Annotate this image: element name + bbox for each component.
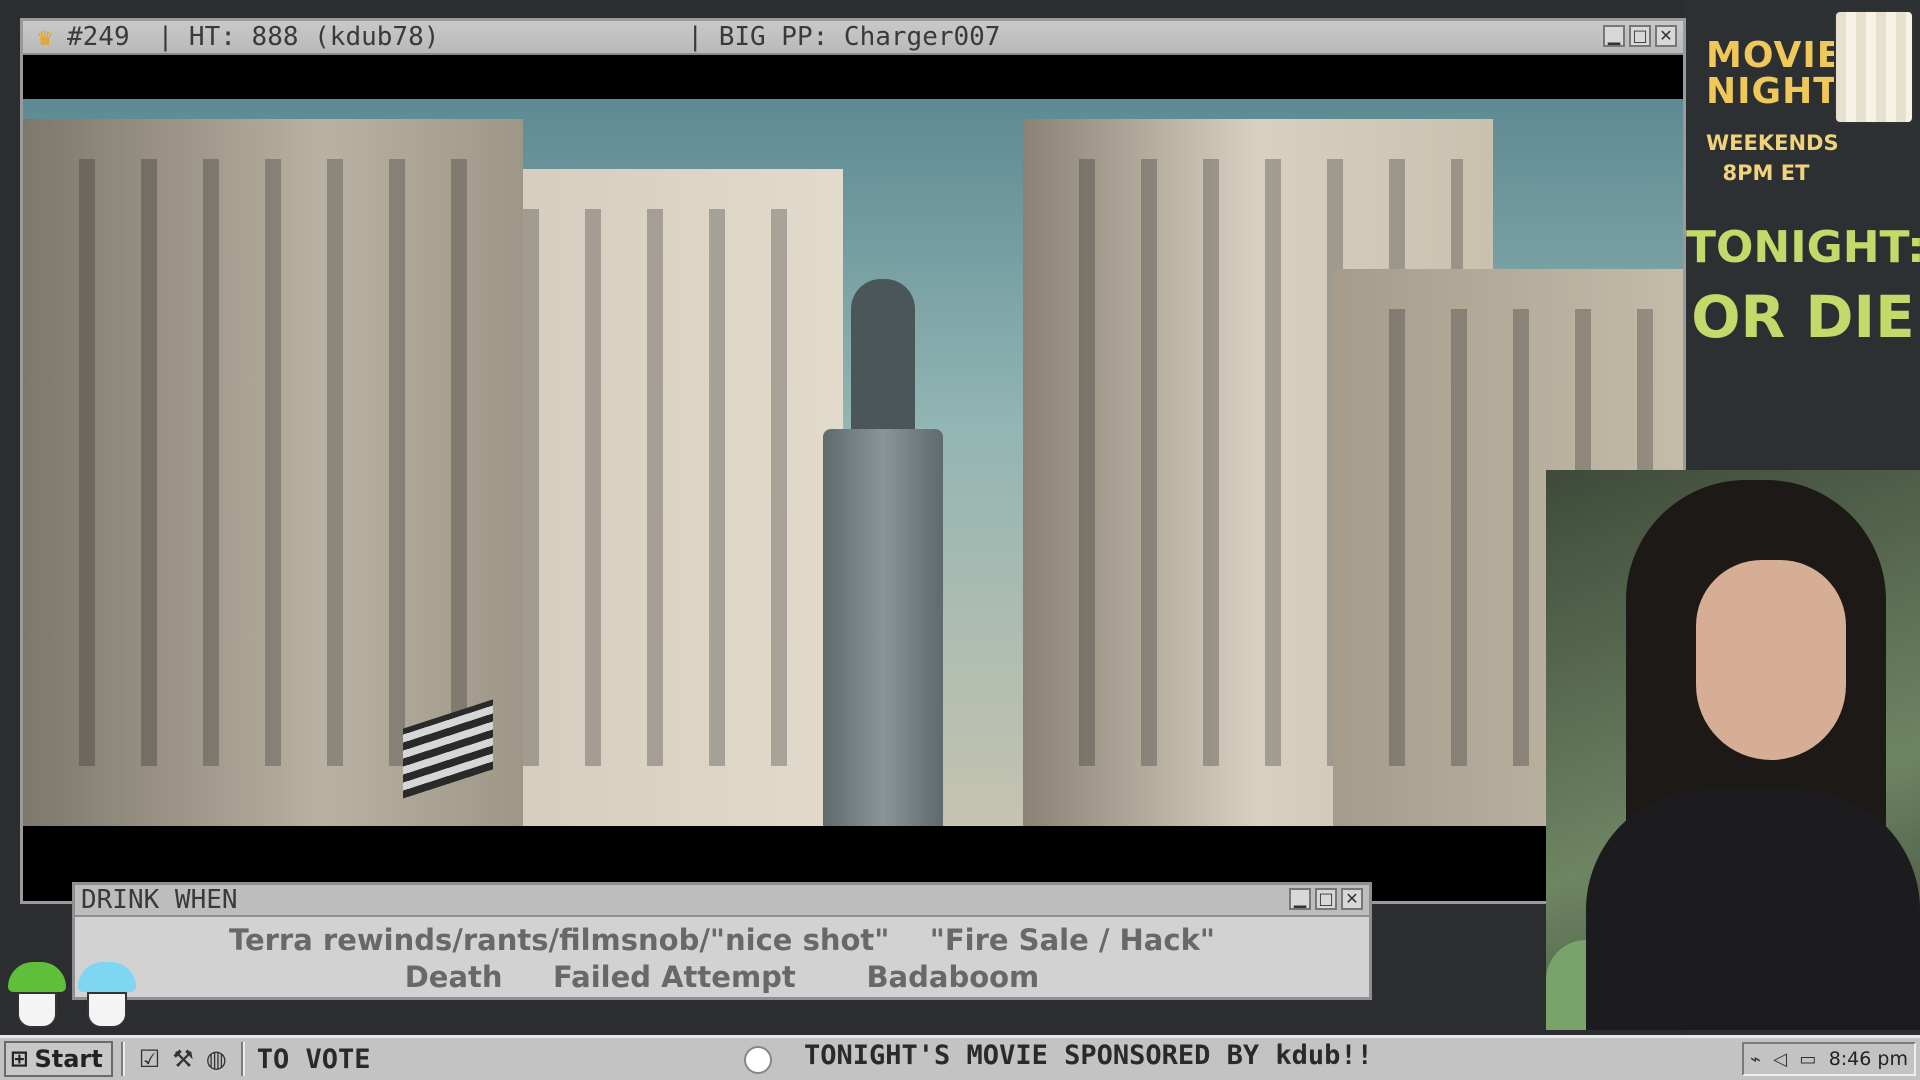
movie-frame [23, 99, 1683, 826]
blue-mushroom-mascot-icon [78, 962, 136, 1030]
to-vote-label: TO VOTE [256, 1043, 371, 1075]
monument-column [823, 429, 943, 826]
popcorn-mascot-icon [1834, 10, 1914, 124]
streamer-face [1696, 560, 1846, 760]
minimize-icon[interactable]: ▁ [1603, 25, 1625, 47]
close-icon[interactable]: ✕ [1341, 888, 1363, 910]
video-titlebar[interactable]: ♛ #249 | HT: 888 (kdub78) | BIG PP: Char… [23, 21, 1683, 55]
drink-rules: Terra rewinds/rants/filmsnob/"nice shot"… [75, 917, 1369, 997]
sponsor-ticker: TONIGHT'S MOVIE SPONSORED BY kdub!! [804, 1040, 1373, 1071]
maximize-icon[interactable]: □ [1629, 25, 1651, 47]
volume-icon[interactable]: ◁ [1773, 1049, 1787, 1070]
tools-icon[interactable]: ⚒ [172, 1045, 194, 1073]
display-icon[interactable]: ▭ [1799, 1049, 1816, 1070]
big-pp-label: | BIG PP: Charger007 [687, 22, 1001, 52]
drink-when-title: DRINK WHEN [81, 885, 238, 915]
drink-rules-row: Terra rewinds/rants/filmsnob/"nice shot"… [229, 923, 1215, 957]
statue [851, 279, 915, 434]
window-controls: ▁ □ ✕ [1289, 888, 1363, 910]
green-mushroom-mascot-icon [8, 962, 66, 1030]
hype-train-label: | HT: 888 (kdub78) [157, 22, 440, 52]
tonight-label: TONIGHT: [1686, 222, 1920, 273]
rank-label: #249 [67, 22, 130, 52]
drink-when-window: DRINK WHEN ▁ □ ✕ Terra rewinds/rants/fil… [72, 882, 1372, 1000]
tonight-movie-title: OR DIE [1691, 283, 1915, 351]
minimize-icon[interactable]: ▁ [1289, 888, 1311, 910]
drink-when-titlebar[interactable]: DRINK WHEN ▁ □ ✕ [75, 885, 1369, 917]
crown-icon: ♛ [37, 23, 53, 51]
checklist-icon[interactable]: ☑ [139, 1045, 161, 1073]
browser-icon[interactable]: ◍ [206, 1045, 227, 1073]
window-controls: ▁ □ ✕ [1603, 25, 1677, 47]
webcam-feed [1546, 470, 1920, 1030]
start-label: Start [34, 1045, 103, 1073]
system-tray: ⌁ ◁ ▭ 8:46 pm [1742, 1042, 1916, 1076]
video-window: ♛ #249 | HT: 888 (kdub78) | BIG PP: Char… [20, 18, 1686, 904]
schedule-label: WEEKENDS 8PM ET [1706, 131, 1839, 185]
streamer-shirt [1586, 790, 1920, 1030]
record-dot-icon [744, 1046, 772, 1074]
movie-night-logo: MOVIE NIGHT [1706, 35, 1843, 112]
maximize-icon[interactable]: □ [1315, 888, 1337, 910]
network-icon[interactable]: ⌁ [1750, 1049, 1761, 1070]
divider [240, 1042, 245, 1076]
close-icon[interactable]: ✕ [1655, 25, 1677, 47]
windows-logo-icon: ⊞ [10, 1046, 29, 1072]
drink-rules-row: Death Failed Attempt Badaboom [404, 960, 1040, 994]
divider [120, 1042, 125, 1076]
start-button[interactable]: ⊞ Start [4, 1041, 113, 1077]
taskbar: ⊞ Start ☑ ⚒ ◍ TO VOTE TONIGHT'S MOVIE SP… [0, 1035, 1920, 1080]
clock[interactable]: 8:46 pm [1829, 1048, 1908, 1070]
